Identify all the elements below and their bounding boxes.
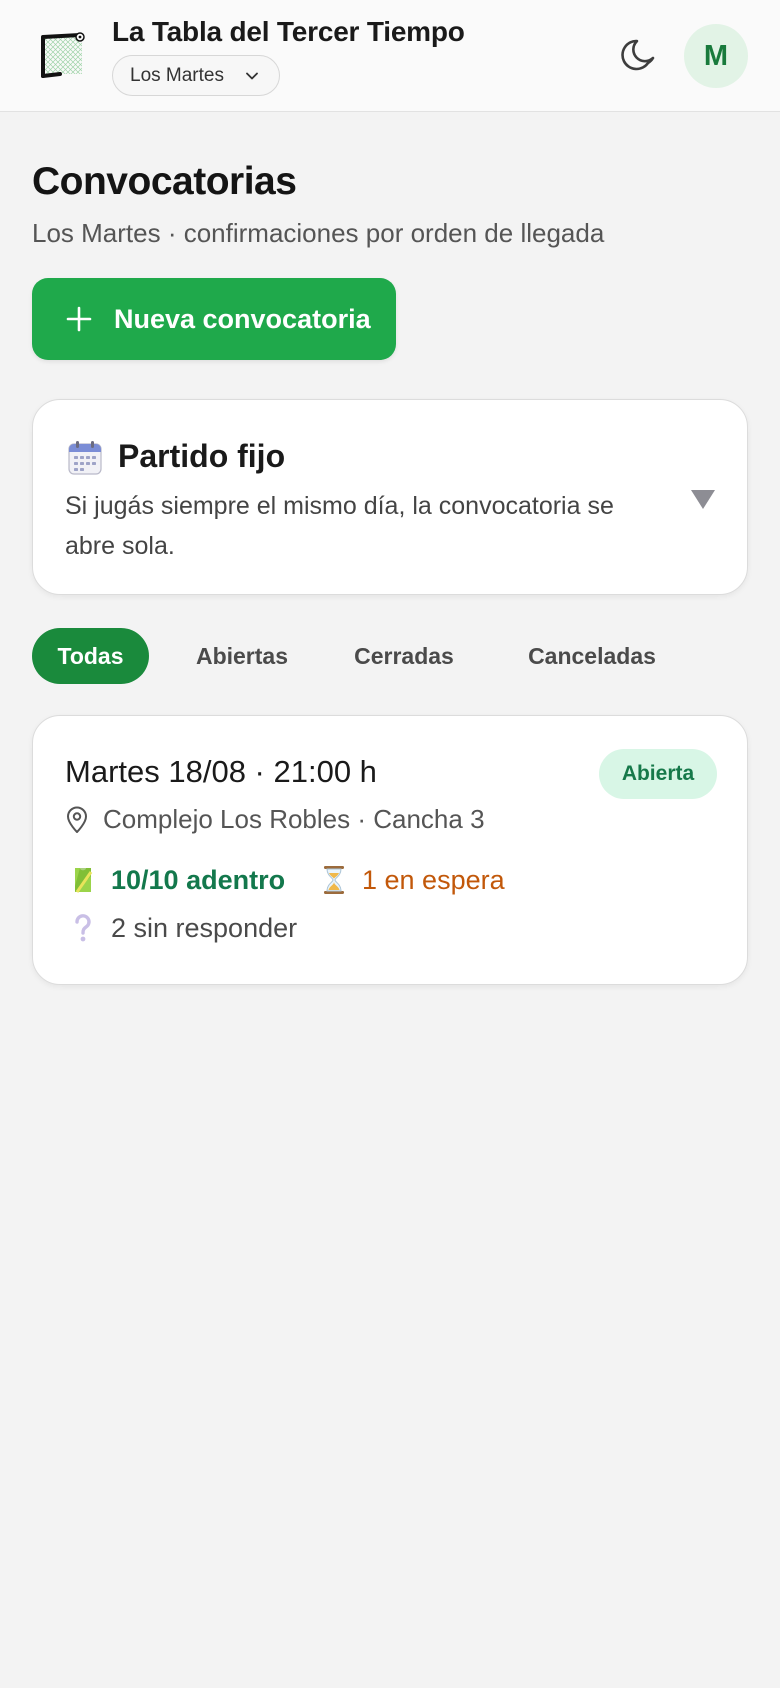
goal-net-icon — [41, 32, 85, 78]
tab-todas[interactable]: Todas — [32, 628, 149, 684]
group-selector[interactable]: Los Martes — [112, 55, 280, 96]
page-subtitle: Los Martes · confirmaciones por orden de… — [32, 218, 605, 248]
event-location: Complejo Los Robles · Cancha 3 — [65, 804, 485, 835]
page-title: Convocatorias — [32, 160, 297, 203]
event-location-text: Complejo Los Robles · Cancha 3 — [103, 804, 485, 834]
expand-triangle-icon[interactable] — [689, 487, 717, 511]
new-call-button[interactable]: Nueva convocatoria — [32, 278, 396, 360]
tab-canceladas[interactable]: Canceladas — [512, 628, 672, 684]
status-badge: Abierta — [599, 749, 717, 799]
app-header: La Tabla del Tercer Tiempo Los Martes M — [0, 0, 780, 112]
confirmed-count: 10/10 adentro — [69, 864, 285, 896]
location-pin-icon — [67, 806, 87, 833]
jersey-icon — [75, 868, 93, 893]
tab-abiertas[interactable]: Abiertas — [180, 628, 304, 684]
confirmed-count-text: 10/10 adentro — [111, 864, 286, 895]
calendar-icon — [68, 441, 102, 475]
pending-count-text: 2 sin responder — [111, 912, 298, 943]
fixed-match-title: Partido fijo — [118, 438, 286, 474]
app-title: La Tabla del Tercer Tiempo — [112, 16, 465, 47]
chevron-down-icon — [246, 72, 258, 80]
fixed-match-description: Si jugás siempre el mismo día, la convoc… — [65, 492, 614, 560]
question-mark-icon — [75, 914, 91, 942]
event-title: Martes 18/08 · 21:00 h — [65, 754, 377, 789]
new-call-button-label: Nueva convocatoria — [114, 303, 371, 334]
group-selector-label: Los Martes — [130, 64, 224, 86]
tab-cerradas[interactable]: Cerradas — [342, 628, 466, 684]
pending-count: 2 sin responder — [69, 912, 297, 944]
waiting-count-text: 1 en espera — [362, 864, 505, 895]
event-card[interactable]: Martes 18/08 · 21:00 h Abierta Complejo … — [32, 715, 748, 985]
fixed-match-card[interactable]: Partido fijo Si jugás siempre el mismo d… — [32, 399, 748, 595]
user-avatar[interactable]: M — [684, 24, 748, 88]
waiting-count: 1 en espera — [320, 864, 505, 896]
moon-icon[interactable] — [619, 32, 663, 76]
hourglass-icon — [324, 866, 344, 894]
plus-icon — [66, 306, 92, 332]
